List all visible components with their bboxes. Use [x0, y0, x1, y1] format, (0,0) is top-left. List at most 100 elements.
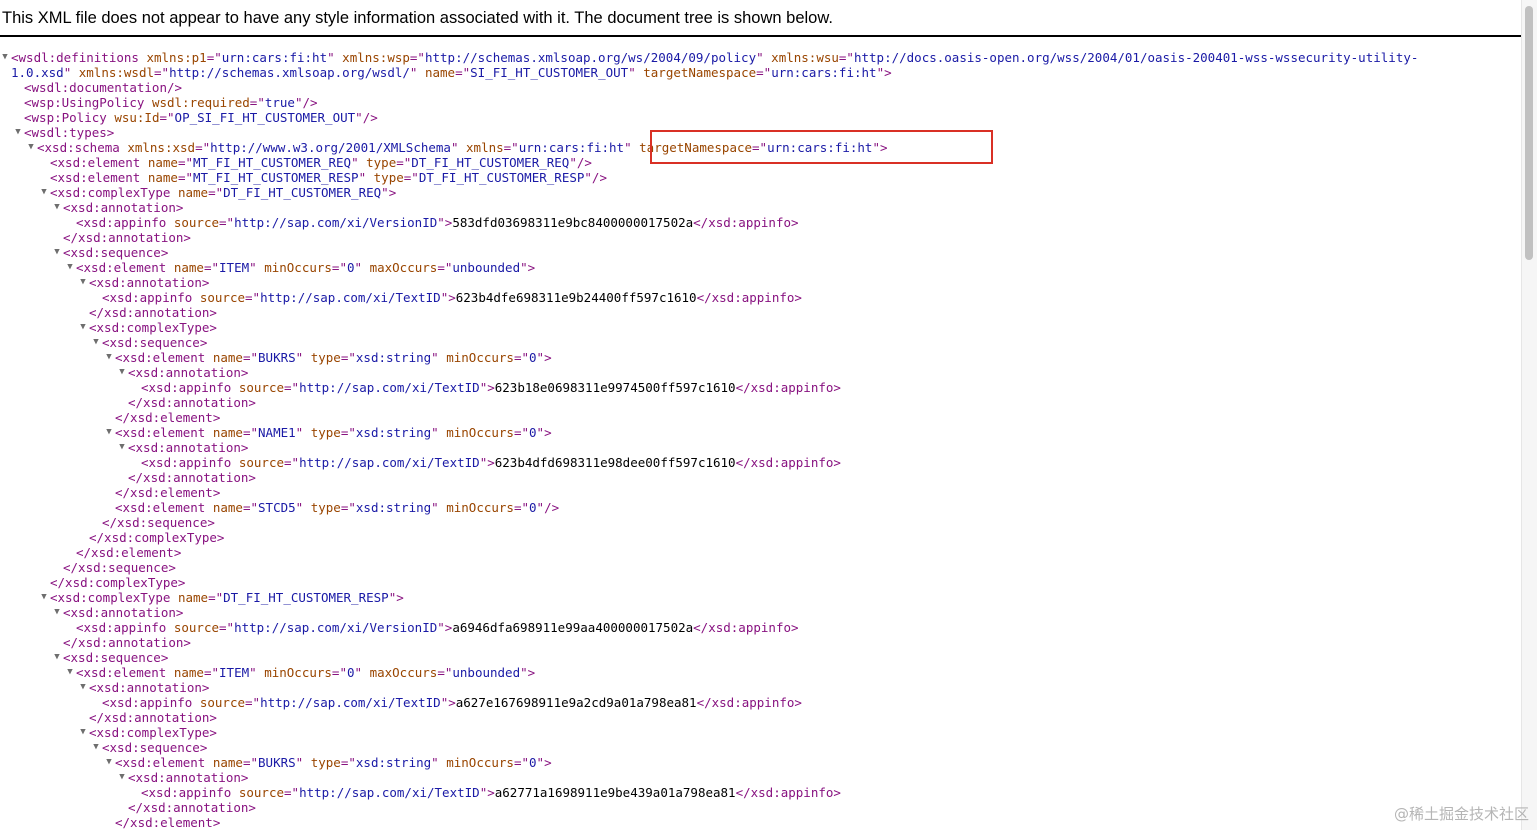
xml-token [303, 755, 311, 770]
xml-token: "> [536, 755, 552, 770]
collapse-toggle-icon[interactable]: ▼ [64, 260, 76, 275]
xml-token: <xsd:element [115, 425, 206, 440]
collapse-toggle-icon[interactable]: ▼ [77, 725, 89, 740]
xml-line: ▼ <xsd:sequence> [93, 335, 207, 350]
xml-token: source [199, 695, 245, 710]
xml-token: =" [340, 500, 356, 515]
xml-token: name [173, 260, 204, 275]
xml-token: =" [331, 260, 347, 275]
xml-line: ▼ <xsd:annotation> [119, 440, 248, 455]
collapse-toggle-icon[interactable]: ▼ [103, 425, 115, 440]
xml-token: source [173, 215, 219, 230]
xml-token: =" [756, 65, 772, 80]
xml-line: </xsd:element> [115, 410, 220, 425]
xml-token: urn:cars:fi:ht [221, 50, 328, 65]
collapse-toggle-icon[interactable]: ▼ [51, 200, 63, 215]
xml-token: type [373, 170, 404, 185]
collapse-toggle-icon[interactable]: ▼ [25, 140, 37, 155]
xml-token [140, 155, 148, 170]
xml-token: "> [479, 380, 495, 395]
xml-token: </xsd:annotation> [128, 395, 256, 410]
xml-token: "/> [536, 500, 560, 515]
xml-token: SI_FI_HT_CUSTOMER_OUT [470, 65, 629, 80]
xml-token: 1.0.xsd [11, 65, 64, 80]
collapse-toggle-icon[interactable]: ▼ [51, 650, 63, 665]
xml-token: <wsp:UsingPolicy [24, 95, 145, 110]
scrollbar-thumb[interactable] [1525, 6, 1533, 260]
xml-line: </xsd:element> [115, 485, 220, 500]
xml-token: <xsd:appinfo [102, 290, 193, 305]
xml-token: =" [249, 95, 265, 110]
xml-line: ▼ <wsdl:types> [15, 125, 114, 140]
xml-token: </xsd:annotation> [63, 635, 191, 650]
collapse-toggle-icon[interactable]: ▼ [64, 665, 76, 680]
xml-token: wsdl:required [151, 95, 250, 110]
xml-token: http://www.w3.org/2001/XMLSchema [210, 140, 451, 155]
xml-token: minOccurs [446, 425, 514, 440]
xml-token: xsd:string [355, 350, 432, 365]
xml-token: <xsd:element [50, 155, 141, 170]
collapse-toggle-icon[interactable]: ▼ [51, 245, 63, 260]
collapse-toggle-icon[interactable]: ▼ [90, 740, 102, 755]
xml-line: ▼ <xsd:annotation> [119, 365, 248, 380]
xml-token: name [212, 755, 243, 770]
xml-token [303, 350, 311, 365]
xml-token [362, 665, 370, 680]
collapse-toggle-icon[interactable]: ▼ [77, 275, 89, 290]
collapse-toggle-icon[interactable]: ▼ [116, 770, 128, 785]
collapse-toggle-icon[interactable]: ▼ [103, 755, 115, 770]
xml-line: </xsd:annotation> [128, 800, 256, 815]
xml-token: "/> [355, 110, 378, 125]
xml-token: </xsd:sequence> [63, 560, 176, 575]
collapse-toggle-icon[interactable]: ▼ [0, 50, 11, 65]
xml-token: </xsd:appinfo> [693, 620, 799, 635]
xml-token: =" [242, 755, 259, 770]
xml-token: name [173, 665, 204, 680]
xml-token: "> [437, 215, 453, 230]
collapse-toggle-icon[interactable]: ▼ [38, 590, 50, 605]
xml-line: ▼ <xsd:schema xmlns:xsd="http://www.w3.or… [28, 140, 887, 155]
xml-token: <xsd:element [115, 350, 206, 365]
xml-line: <xsd:appinfo source="http://sap.com/xi/T… [102, 695, 802, 710]
xml-token [359, 155, 367, 170]
collapse-toggle-icon[interactable]: ▼ [77, 680, 89, 695]
xml-token: 0 [529, 425, 537, 440]
xml-token: 0 [346, 260, 355, 275]
xml-token: =" [838, 50, 854, 65]
xml-token [231, 455, 239, 470]
xml-line: ▼ <xsd:annotation> [80, 275, 209, 290]
collapse-toggle-icon[interactable]: ▼ [38, 185, 50, 200]
xml-token: type [310, 350, 341, 365]
xml-token: 623b18e0698311e9974500ff597c1610 [494, 380, 736, 395]
xml-token: xmlns:xsd [127, 140, 196, 155]
xml-line: <wsp:Policy wsu:Id="OP_SI_FI_HT_CUSTOMER… [24, 110, 378, 125]
xml-token: source [238, 455, 284, 470]
collapse-toggle-icon[interactable]: ▼ [51, 605, 63, 620]
xml-token: "> [381, 185, 397, 200]
collapse-toggle-icon[interactable]: ▼ [103, 350, 115, 365]
xml-token: a62771a1698911e9be439a01a798ea81 [494, 785, 736, 800]
xml-token: a6946dfa698911e99aa400000017502a [452, 620, 694, 635]
collapse-toggle-icon[interactable]: ▼ [77, 320, 89, 335]
xml-token: name [177, 185, 209, 200]
xml-token: maxOccurs [369, 665, 438, 680]
xml-token: <wsp:Policy [24, 110, 107, 125]
xml-line: ▼ <xsd:complexType> [80, 320, 217, 335]
xml-line: ▼ <xsd:element name="ITEM" minOccurs="0" … [67, 665, 535, 680]
xml-line: <xsd:appinfo source="http://sap.com/xi/T… [141, 785, 841, 800]
collapse-toggle-icon[interactable]: ▼ [90, 335, 102, 350]
xml-token: =" [206, 50, 222, 65]
collapse-toggle-icon[interactable]: ▼ [12, 125, 24, 140]
xml-token: </xsd:appinfo> [693, 215, 799, 230]
vertical-scrollbar[interactable] [1521, 0, 1537, 830]
xml-token [205, 755, 213, 770]
collapse-toggle-icon[interactable]: ▼ [116, 440, 128, 455]
xml-token: <xsd:annotation> [89, 680, 210, 695]
xml-token [71, 65, 79, 80]
xml-token [366, 170, 374, 185]
xml-token: http://sap.com/xi/TextID [299, 785, 480, 800]
xml-token: =" [284, 785, 300, 800]
xml-line: </xsd:annotation> [63, 635, 191, 650]
xml-token: <xsd:element [76, 260, 167, 275]
collapse-toggle-icon[interactable]: ▼ [116, 365, 128, 380]
